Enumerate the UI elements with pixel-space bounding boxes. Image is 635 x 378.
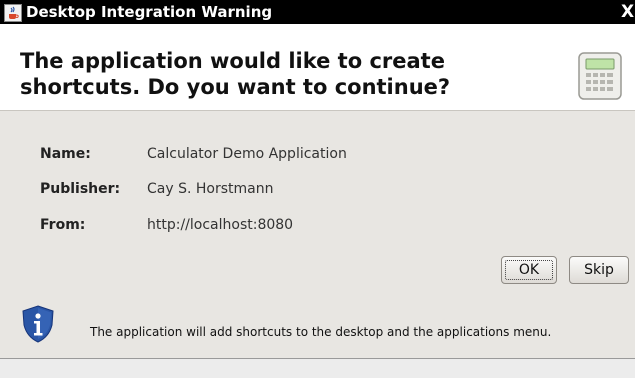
detail-value: Cay S. Horstmann [147, 181, 274, 197]
skip-button[interactable]: Skip [569, 256, 629, 284]
info-shield-icon [21, 305, 55, 343]
detail-label: Name: [40, 146, 91, 162]
detail-label: Publisher: [40, 181, 121, 197]
close-icon[interactable]: X [621, 2, 635, 22]
detail-value: Calculator Demo Application [147, 146, 347, 162]
ok-button[interactable]: OK [501, 256, 557, 284]
java-cup-icon [4, 4, 22, 22]
detail-value: http://localhost:8080 [147, 217, 294, 233]
desktop-integration-dialog: Desktop Integration Warning X The applic… [0, 0, 635, 378]
ok-button-label: OK [518, 262, 540, 278]
title-bar[interactable]: Desktop Integration Warning X [0, 0, 635, 24]
calculator-icon [577, 50, 625, 102]
headline: The application would like to create sho… [20, 48, 450, 100]
headline-line-1: The application would like to create [20, 49, 445, 73]
bottom-strip [0, 359, 635, 378]
skip-button-label: Skip [584, 262, 614, 278]
footer-message: The application will add shortcuts to th… [90, 325, 552, 339]
header-panel: The application would like to create sho… [0, 24, 635, 111]
detail-label: From: [40, 217, 86, 233]
headline-line-2: shortcuts. Do you want to continue? [20, 75, 451, 99]
window-title: Desktop Integration Warning [26, 3, 273, 21]
